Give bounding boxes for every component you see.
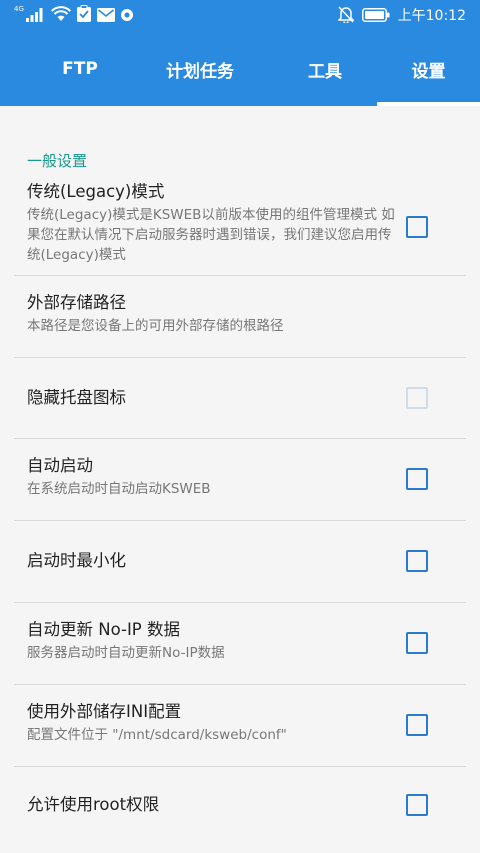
notification-dot-icon	[120, 7, 134, 26]
status-bar: 4G 上午10:12	[0, 0, 480, 32]
tab-bar: FTP 计划任务 工具 设置	[0, 32, 480, 106]
status-bar-right: 上午10:12	[336, 5, 466, 27]
minimize-on-start-checkbox[interactable]	[406, 550, 428, 572]
setting-title: 隐藏托盘图标	[27, 388, 126, 407]
auto-update-noip-checkbox[interactable]	[406, 632, 428, 654]
legacy-mode-checkbox[interactable]	[406, 216, 428, 238]
mail-icon	[96, 7, 115, 26]
section-header-general: 一般设置	[27, 152, 88, 170]
settings-list: 一般设置 传统(Legacy)模式 传统(Legacy)模式是KSWEB以前版本…	[0, 106, 480, 853]
signal-icon	[25, 7, 46, 26]
mute-icon	[336, 5, 355, 27]
setting-subtitle: 本路径是您设备上的可用外部存储的根路径	[27, 318, 284, 334]
hide-tray-icon-checkbox[interactable]	[406, 387, 428, 409]
auto-start-checkbox[interactable]	[406, 468, 428, 490]
setting-title: 传统(Legacy)模式	[27, 182, 165, 201]
setting-allow-root[interactable]: 允许使用root权限	[0, 767, 480, 848]
setting-subtitle: 配置文件位于 "/mnt/sdcard/ksweb/conf"	[27, 727, 287, 743]
setting-title: 自动更新 No-IP 数据	[27, 620, 181, 639]
setting-legacy-mode[interactable]: 传统(Legacy)模式 传统(Legacy)模式是KSWEB以前版本使用的组件…	[0, 177, 480, 273]
tab-ftp[interactable]: FTP	[35, 32, 125, 106]
allow-root-checkbox[interactable]	[406, 794, 428, 816]
status-bar-left: 4G	[14, 5, 134, 27]
battery-icon	[361, 7, 390, 26]
setting-auto-update-noip[interactable]: 自动更新 No-IP 数据 服务器启动时自动更新No-IP数据	[0, 603, 480, 684]
clipboard-icon	[76, 5, 92, 27]
setting-external-ini-config[interactable]: 使用外部储存INI配置 配置文件位于 "/mnt/sdcard/ksweb/co…	[0, 685, 480, 766]
setting-title: 使用外部储存INI配置	[27, 702, 182, 721]
setting-external-storage-path[interactable]: 外部存储路径 本路径是您设备上的可用外部存储的根路径	[0, 276, 480, 357]
setting-hide-tray-icon[interactable]: 隐藏托盘图标	[0, 358, 480, 438]
setting-title: 外部存储路径	[27, 293, 126, 312]
tab-settings[interactable]: 设置	[377, 32, 480, 106]
tab-tools[interactable]: 工具	[270, 32, 380, 106]
setting-title: 允许使用root权限	[27, 795, 160, 814]
setting-minimize-on-start[interactable]: 启动时最小化	[0, 521, 480, 602]
setting-subtitle: 传统(Legacy)模式是KSWEB以前版本使用的组件管理模式 如果您在默认情况…	[27, 207, 395, 263]
setting-auto-start[interactable]: 自动启动 在系统启动时自动启动KSWEB	[0, 439, 480, 520]
setting-title: 自动启动	[27, 456, 93, 475]
setting-title: 启动时最小化	[27, 551, 126, 570]
network-type-label: 4G	[14, 5, 24, 13]
external-ini-config-checkbox[interactable]	[406, 714, 428, 736]
clock: 上午10:12	[397, 8, 466, 24]
setting-subtitle: 在系统启动时自动启动KSWEB	[27, 481, 211, 497]
tab-scheduled-tasks[interactable]: 计划任务	[140, 32, 260, 106]
setting-subtitle: 服务器启动时自动更新No-IP数据	[27, 645, 225, 661]
wifi-icon	[50, 6, 71, 26]
